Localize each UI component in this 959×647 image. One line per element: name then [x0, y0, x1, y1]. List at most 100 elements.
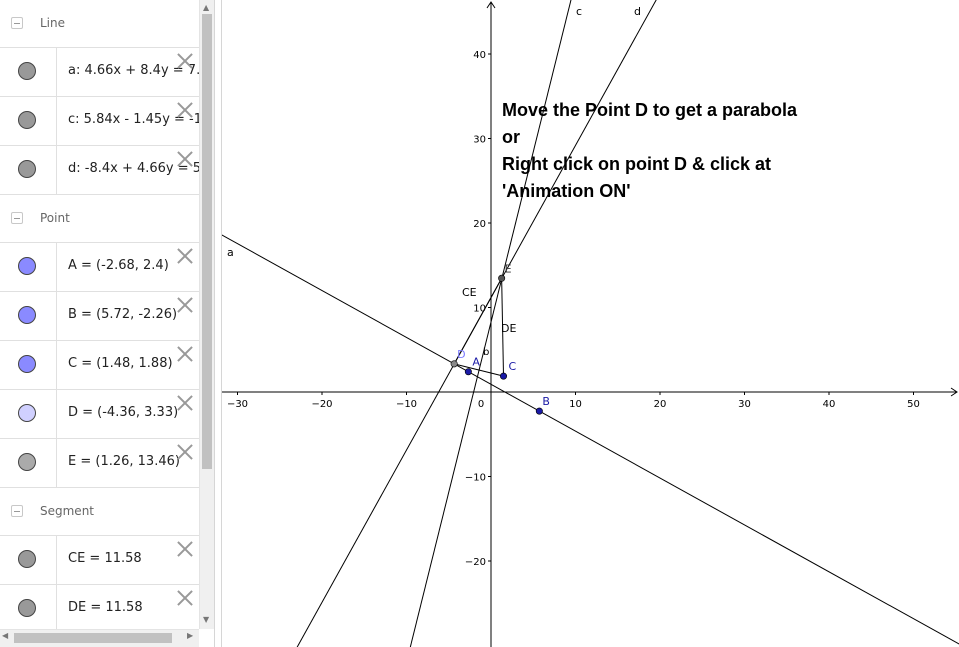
visibility-marble-icon[interactable]: [18, 62, 36, 80]
algebra-row[interactable]: CE = 11.58: [0, 536, 199, 585]
line-a-label: a: [227, 246, 234, 259]
delete-icon[interactable]: [176, 540, 194, 558]
instruction-line-2: or: [502, 127, 520, 147]
vertical-scroll-thumb[interactable]: [202, 14, 212, 469]
x-tick-label: −20: [311, 399, 332, 410]
delete-icon[interactable]: [176, 150, 194, 168]
scroll-down-icon[interactable]: ▼: [203, 615, 209, 624]
visibility-toggle[interactable]: [0, 536, 57, 584]
horizontal-scroll-thumb[interactable]: [14, 633, 172, 643]
scroll-left-icon[interactable]: ◀: [2, 631, 8, 640]
algebra-expression[interactable]: CE = 11.58: [68, 551, 142, 566]
collapse-toggle-icon[interactable]: [11, 17, 23, 29]
horizontal-scrollbar[interactable]: ◀ ▶: [0, 629, 199, 647]
line-c-label: c: [576, 5, 582, 18]
point-c[interactable]: [500, 372, 508, 380]
visibility-toggle[interactable]: [0, 439, 57, 487]
x-tick-label: −10: [396, 399, 417, 410]
line-d-label: d: [634, 5, 641, 18]
visibility-marble-icon[interactable]: [18, 160, 36, 178]
segment-de-label: DE: [501, 322, 516, 335]
algebra-expression[interactable]: E = (1.26, 13.46): [68, 454, 180, 469]
delete-icon[interactable]: [176, 394, 194, 412]
point-d[interactable]: [450, 360, 458, 368]
algebra-list: Line a: 4.66x + 8.4y = 7.67c: 5.84x - 1.4…: [0, 0, 199, 629]
algebra-row[interactable]: A = (-2.68, 2.4): [0, 243, 199, 292]
group-header-0[interactable]: Line: [0, 0, 199, 48]
group-header-2[interactable]: Segment: [0, 488, 199, 536]
x-tick-label: 30: [738, 399, 751, 410]
delete-icon[interactable]: [176, 345, 194, 363]
collapse-toggle-icon[interactable]: [11, 505, 23, 517]
visibility-marble-icon[interactable]: [18, 599, 36, 617]
graphics-view[interactable]: −30 −20 −10 0 10 20 30 40 50 40 30 20 10 −10 −20 a c d CE D…: [222, 0, 959, 647]
y-tick-label: 40: [473, 50, 486, 61]
y-tick-label: −10: [465, 473, 486, 484]
point-e[interactable]: [498, 274, 506, 282]
label-b: b: [483, 347, 489, 358]
vertical-scrollbar[interactable]: ▲ ▼: [199, 0, 214, 629]
segment-ce-label: CE: [462, 286, 477, 299]
algebra-expression[interactable]: B = (5.72, -2.26): [68, 307, 177, 322]
y-tick-label: −20: [465, 557, 486, 568]
visibility-toggle[interactable]: [0, 390, 57, 438]
visibility-marble-icon[interactable]: [18, 355, 36, 373]
visibility-marble-icon[interactable]: [18, 257, 36, 275]
visibility-toggle[interactable]: [0, 97, 57, 145]
visibility-marble-icon[interactable]: [18, 404, 36, 422]
group-name: Point: [40, 211, 70, 225]
visibility-toggle[interactable]: [0, 146, 57, 194]
visibility-toggle[interactable]: [0, 341, 57, 389]
delete-icon[interactable]: [176, 589, 194, 607]
delete-icon[interactable]: [176, 443, 194, 461]
algebra-row[interactable]: E = (1.26, 13.46): [0, 439, 199, 488]
scroll-up-icon[interactable]: ▲: [203, 3, 209, 12]
scroll-right-icon[interactable]: ▶: [187, 631, 193, 640]
line-a[interactable]: [222, 234, 959, 647]
algebra-expression[interactable]: DE = 11.58: [68, 600, 143, 615]
group-header-1[interactable]: Point: [0, 195, 199, 243]
visibility-toggle[interactable]: [0, 292, 57, 340]
delete-icon[interactable]: [176, 247, 194, 265]
point-b[interactable]: [535, 407, 543, 415]
visibility-marble-icon[interactable]: [18, 306, 36, 324]
instruction-line-3: Right click on point D & click at: [502, 154, 772, 174]
x-tick-label: −30: [227, 399, 248, 410]
algebra-row[interactable]: D = (-4.36, 3.33): [0, 390, 199, 439]
algebra-row[interactable]: a: 4.66x + 8.4y = 7.67: [0, 48, 199, 97]
x-tick-label: 40: [823, 399, 836, 410]
algebra-row[interactable]: DE = 11.58: [0, 585, 199, 629]
x-tick-label: 20: [654, 399, 667, 410]
group-name: Line: [40, 16, 66, 30]
visibility-marble-icon[interactable]: [18, 111, 36, 129]
algebra-view: Line a: 4.66x + 8.4y = 7.67c: 5.84x - 1.4…: [0, 0, 214, 647]
algebra-row[interactable]: C = (1.48, 1.88): [0, 341, 199, 390]
algebra-row[interactable]: d: -8.4x + 4.66y = 52: [0, 146, 199, 195]
visibility-toggle[interactable]: [0, 585, 57, 629]
algebra-expression[interactable]: A = (-2.68, 2.4): [68, 258, 169, 273]
point-b-label: B: [542, 395, 550, 408]
instruction-line-4: 'Animation ON': [502, 181, 631, 201]
algebra-expression[interactable]: D = (-4.36, 3.33): [68, 405, 178, 420]
group-name: Segment: [40, 504, 94, 518]
point-a[interactable]: [464, 368, 472, 376]
point-d-label: D: [457, 348, 465, 361]
delete-icon[interactable]: [176, 101, 194, 119]
point-e-label: E: [505, 262, 512, 275]
algebra-row[interactable]: c: 5.84x - 1.45y = -12: [0, 97, 199, 146]
visibility-marble-icon[interactable]: [18, 550, 36, 568]
visibility-toggle[interactable]: [0, 48, 57, 96]
visibility-marble-icon[interactable]: [18, 453, 36, 471]
line-c[interactable]: [407, 0, 573, 647]
y-tick-label: 20: [473, 219, 486, 230]
y-tick-label: 30: [473, 135, 486, 146]
line-d[interactable]: [289, 0, 659, 647]
delete-icon[interactable]: [176, 52, 194, 70]
algebra-expression[interactable]: C = (1.48, 1.88): [68, 356, 173, 371]
view-divider[interactable]: [214, 0, 222, 647]
graphics-canvas[interactable]: −30 −20 −10 0 10 20 30 40 5040302010−10−20ac dCED…: [222, 0, 959, 647]
algebra-row[interactable]: B = (5.72, -2.26): [0, 292, 199, 341]
visibility-toggle[interactable]: [0, 243, 57, 291]
collapse-toggle-icon[interactable]: [11, 212, 23, 224]
delete-icon[interactable]: [176, 296, 194, 314]
